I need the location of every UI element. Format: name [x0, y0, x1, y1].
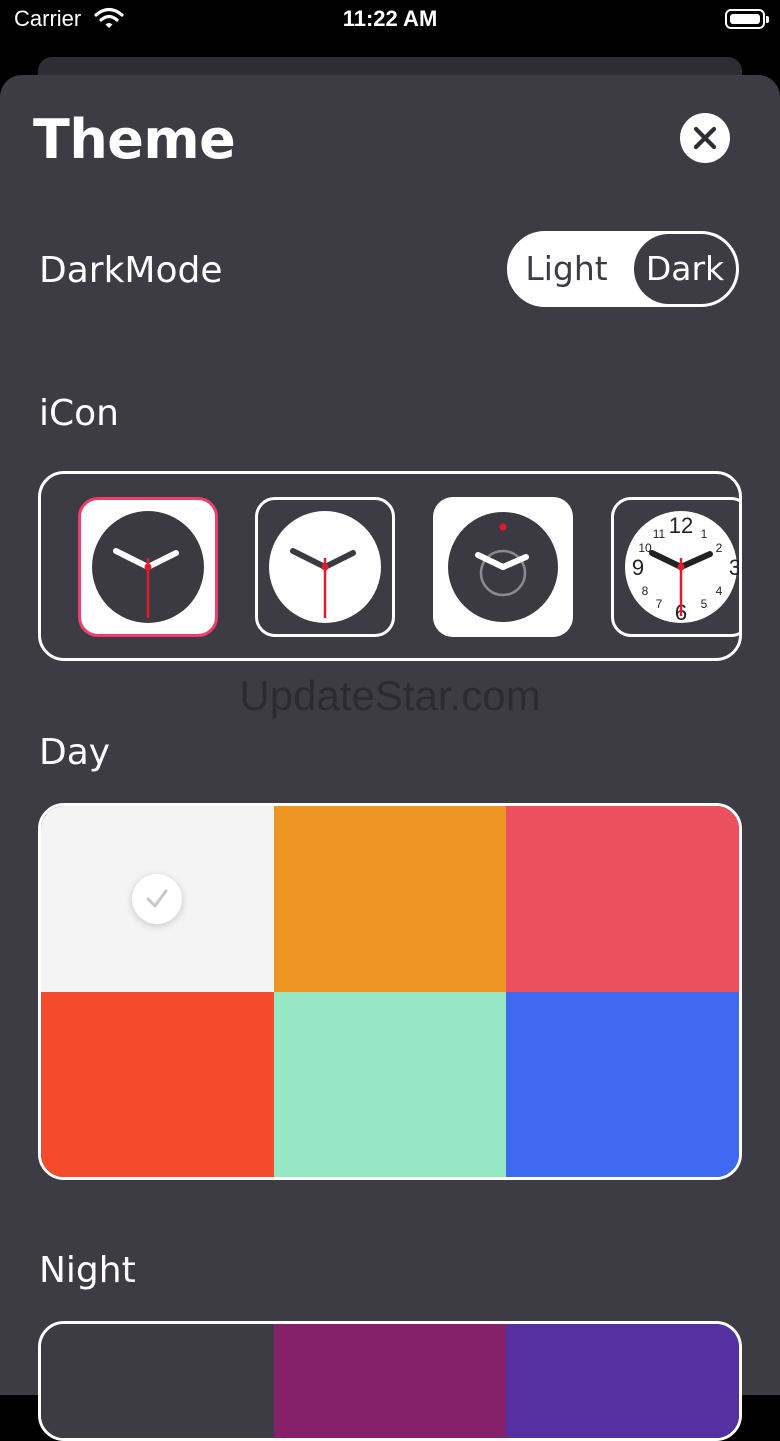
svg-text:11: 11 — [653, 527, 666, 541]
icon-option-classic-dark[interactable] — [78, 497, 218, 637]
night-color-palette[interactable] — [38, 1321, 742, 1441]
battery-icon — [725, 9, 769, 29]
night-color-swatch[interactable] — [273, 1324, 507, 1438]
svg-text:12: 12 — [669, 513, 693, 538]
night-section-label: Night — [39, 1250, 136, 1291]
close-icon — [693, 126, 717, 150]
day-color-swatch[interactable] — [506, 992, 739, 1177]
night-color-swatch[interactable] — [41, 1324, 274, 1438]
night-color-swatch[interactable] — [506, 1324, 739, 1438]
day-color-swatch[interactable] — [273, 992, 507, 1177]
page-title: Theme — [33, 108, 236, 171]
watermark: UpdateStar.com — [239, 672, 541, 719]
day-color-palette[interactable] — [38, 803, 742, 1180]
icon-option-minimal-dark[interactable] — [433, 497, 573, 637]
numbered-dial-icon: 12 3 6 9 1 2 4 5 7 8 10 11 — [625, 511, 741, 625]
svg-text:1: 1 — [701, 527, 708, 541]
svg-text:3: 3 — [729, 555, 741, 580]
light-option[interactable]: Light — [510, 234, 623, 304]
day-section-label: Day — [39, 732, 111, 773]
minimal-dark-icon — [448, 512, 558, 622]
icon-option-classic-light[interactable] — [255, 497, 395, 637]
day-color-swatch[interactable] — [41, 806, 274, 992]
darkmode-segmented-control[interactable]: Light Dark — [507, 231, 739, 307]
icon-option-numbered-dial[interactable]: 12 3 6 9 1 2 4 5 7 8 10 11 — [611, 497, 741, 637]
icon-picker[interactable]: 12 3 6 9 1 2 4 5 7 8 10 11 — [38, 471, 742, 661]
status-bar: Carrier 11:22 AM — [0, 0, 780, 44]
classic-light-icon — [269, 511, 381, 623]
day-color-swatch[interactable] — [41, 992, 274, 1177]
classic-dark-icon — [92, 511, 204, 623]
dark-option[interactable]: Dark — [634, 234, 736, 304]
day-color-swatch[interactable] — [273, 806, 507, 992]
selected-check — [132, 874, 183, 924]
svg-text:2: 2 — [716, 541, 723, 555]
status-time: 11:22 AM — [342, 6, 438, 31]
svg-text:5: 5 — [701, 597, 708, 611]
day-color-swatch[interactable] — [506, 806, 739, 992]
svg-text:7: 7 — [656, 597, 663, 611]
checkmark-icon — [146, 889, 168, 908]
darkmode-label: DarkMode — [39, 250, 223, 291]
svg-text:4: 4 — [716, 584, 723, 598]
icon-section-label: iCon — [39, 393, 119, 434]
close-button[interactable] — [680, 113, 730, 163]
svg-text:9: 9 — [632, 555, 644, 580]
svg-text:8: 8 — [642, 584, 649, 598]
